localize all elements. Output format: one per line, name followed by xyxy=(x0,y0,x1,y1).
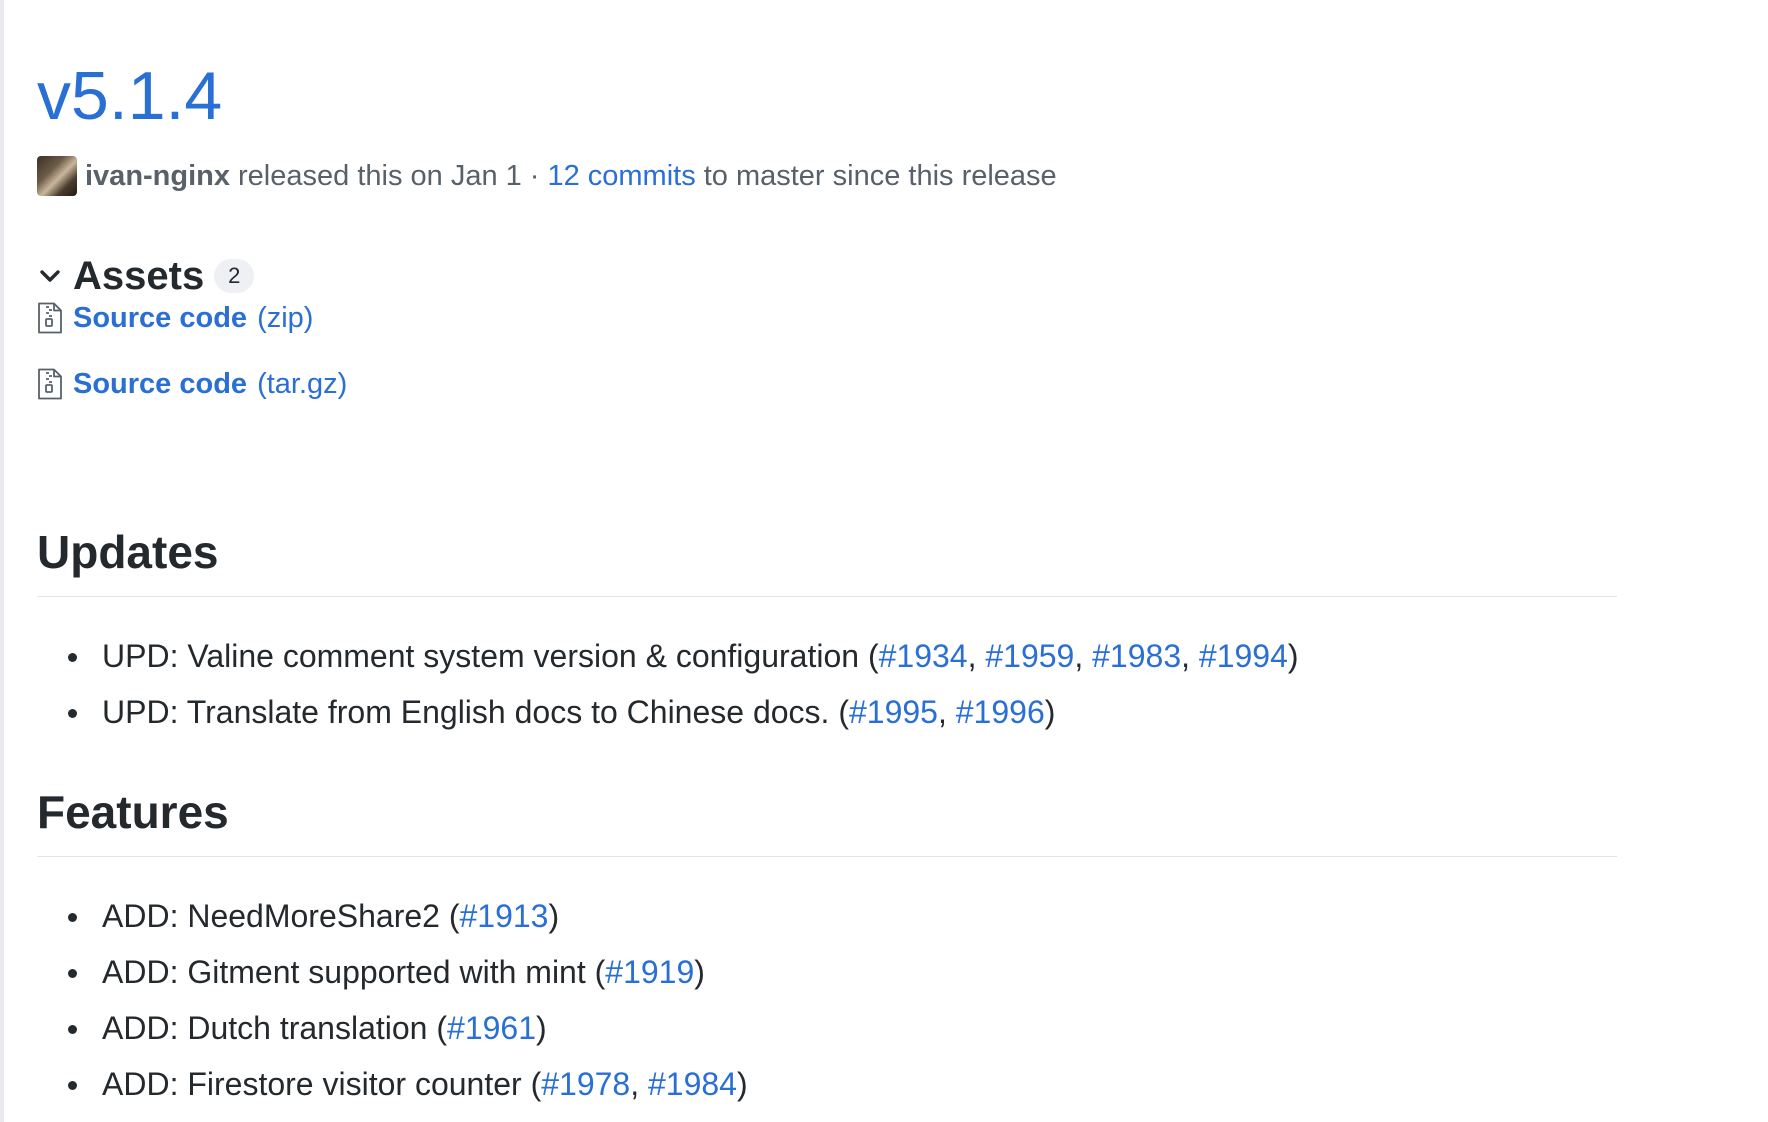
issue-link[interactable]: #1913 xyxy=(459,898,548,934)
issue-link[interactable]: #1983 xyxy=(1092,638,1181,674)
asset-name[interactable]: Source code xyxy=(73,302,247,335)
issue-link[interactable]: #1996 xyxy=(956,694,1045,730)
comma: , xyxy=(937,694,956,730)
list-item: ADD: NeedMoreShare2 (#1913) xyxy=(37,888,1617,944)
file-zip-icon xyxy=(38,302,62,334)
item-text: ADD: Dutch translation ( xyxy=(102,1010,448,1046)
asset-ext[interactable]: (tar.gz) xyxy=(257,368,347,401)
bullet xyxy=(68,1025,77,1034)
assets-count-badge: 2 xyxy=(214,259,255,293)
assets-toggle[interactable]: Assets 2 xyxy=(37,252,255,300)
issue-link[interactable]: #1978 xyxy=(541,1066,630,1102)
assets-title: Assets xyxy=(73,253,205,298)
bullet xyxy=(68,1081,77,1090)
released-text: released this on Jan 1 xyxy=(238,159,522,192)
issue-link[interactable]: #1934 xyxy=(879,638,968,674)
file-zip-icon xyxy=(38,368,62,400)
item-text: ADD: NeedMoreShare2 ( xyxy=(102,898,460,934)
release-title[interactable]: v5.1.4 xyxy=(37,56,222,136)
issue-link[interactable]: #1919 xyxy=(605,954,694,990)
item-close: ) xyxy=(1287,638,1299,674)
issue-link[interactable]: #1984 xyxy=(648,1066,737,1102)
asset-ext[interactable]: (zip) xyxy=(257,302,313,335)
comma: , xyxy=(1074,638,1093,674)
list-item: ADD: Dutch translation (#1961) xyxy=(37,1000,1617,1056)
issue-link[interactable]: #1961 xyxy=(447,1010,536,1046)
asset-source-zip[interactable]: Source code (zip) xyxy=(37,298,313,338)
features-heading: Features xyxy=(37,782,1617,857)
commits-suffix: to master since this release xyxy=(703,159,1057,192)
comma: , xyxy=(967,638,986,674)
features-list: ADD: NeedMoreShare2 (#1913) ADD: Gitment… xyxy=(37,888,1617,1112)
list-item: ADD: Gitment supported with mint (#1919) xyxy=(37,944,1617,1000)
bullet xyxy=(68,913,77,922)
bullet xyxy=(68,709,77,718)
item-close: ) xyxy=(694,954,705,990)
asset-name[interactable]: Source code xyxy=(73,368,247,401)
list-item: UPD: Valine comment system version & con… xyxy=(37,628,1617,684)
asset-source-targz[interactable]: Source code (tar.gz) xyxy=(37,364,347,404)
item-text: ADD: Firestore visitor counter ( xyxy=(102,1066,542,1102)
bullet xyxy=(68,969,77,978)
bullet xyxy=(68,653,77,662)
list-item: ADD: Firestore visitor counter (#1978, #… xyxy=(37,1056,1617,1112)
release-meta: ivan-nginx released this on Jan 1 · 12 c… xyxy=(37,155,1057,197)
updates-list: UPD: Valine comment system version & con… xyxy=(37,628,1617,740)
item-text: ADD: Gitment supported with mint ( xyxy=(102,954,606,990)
issue-link[interactable]: #1959 xyxy=(985,638,1074,674)
item-close: ) xyxy=(736,1066,748,1102)
item-close: ) xyxy=(548,898,560,934)
updates-heading: Updates xyxy=(37,522,1617,597)
item-text: UPD: Valine comment system version & con… xyxy=(102,638,879,674)
page-left-edge xyxy=(0,0,4,1122)
author-avatar[interactable] xyxy=(37,156,77,196)
commits-link[interactable]: 12 commits xyxy=(547,160,695,193)
chevron-down-icon xyxy=(40,270,60,282)
comma: , xyxy=(630,1066,648,1102)
author-link[interactable]: ivan-nginx xyxy=(85,160,230,193)
item-text: UPD: Translate from English docs to Chin… xyxy=(102,694,849,730)
item-close: ) xyxy=(1044,694,1056,730)
issue-link[interactable]: #1995 xyxy=(849,694,938,730)
item-close: ) xyxy=(536,1010,547,1046)
meta-separator: · xyxy=(529,159,540,192)
list-item: UPD: Translate from English docs to Chin… xyxy=(37,684,1617,740)
issue-link[interactable]: #1994 xyxy=(1199,638,1288,674)
comma: , xyxy=(1181,638,1199,674)
